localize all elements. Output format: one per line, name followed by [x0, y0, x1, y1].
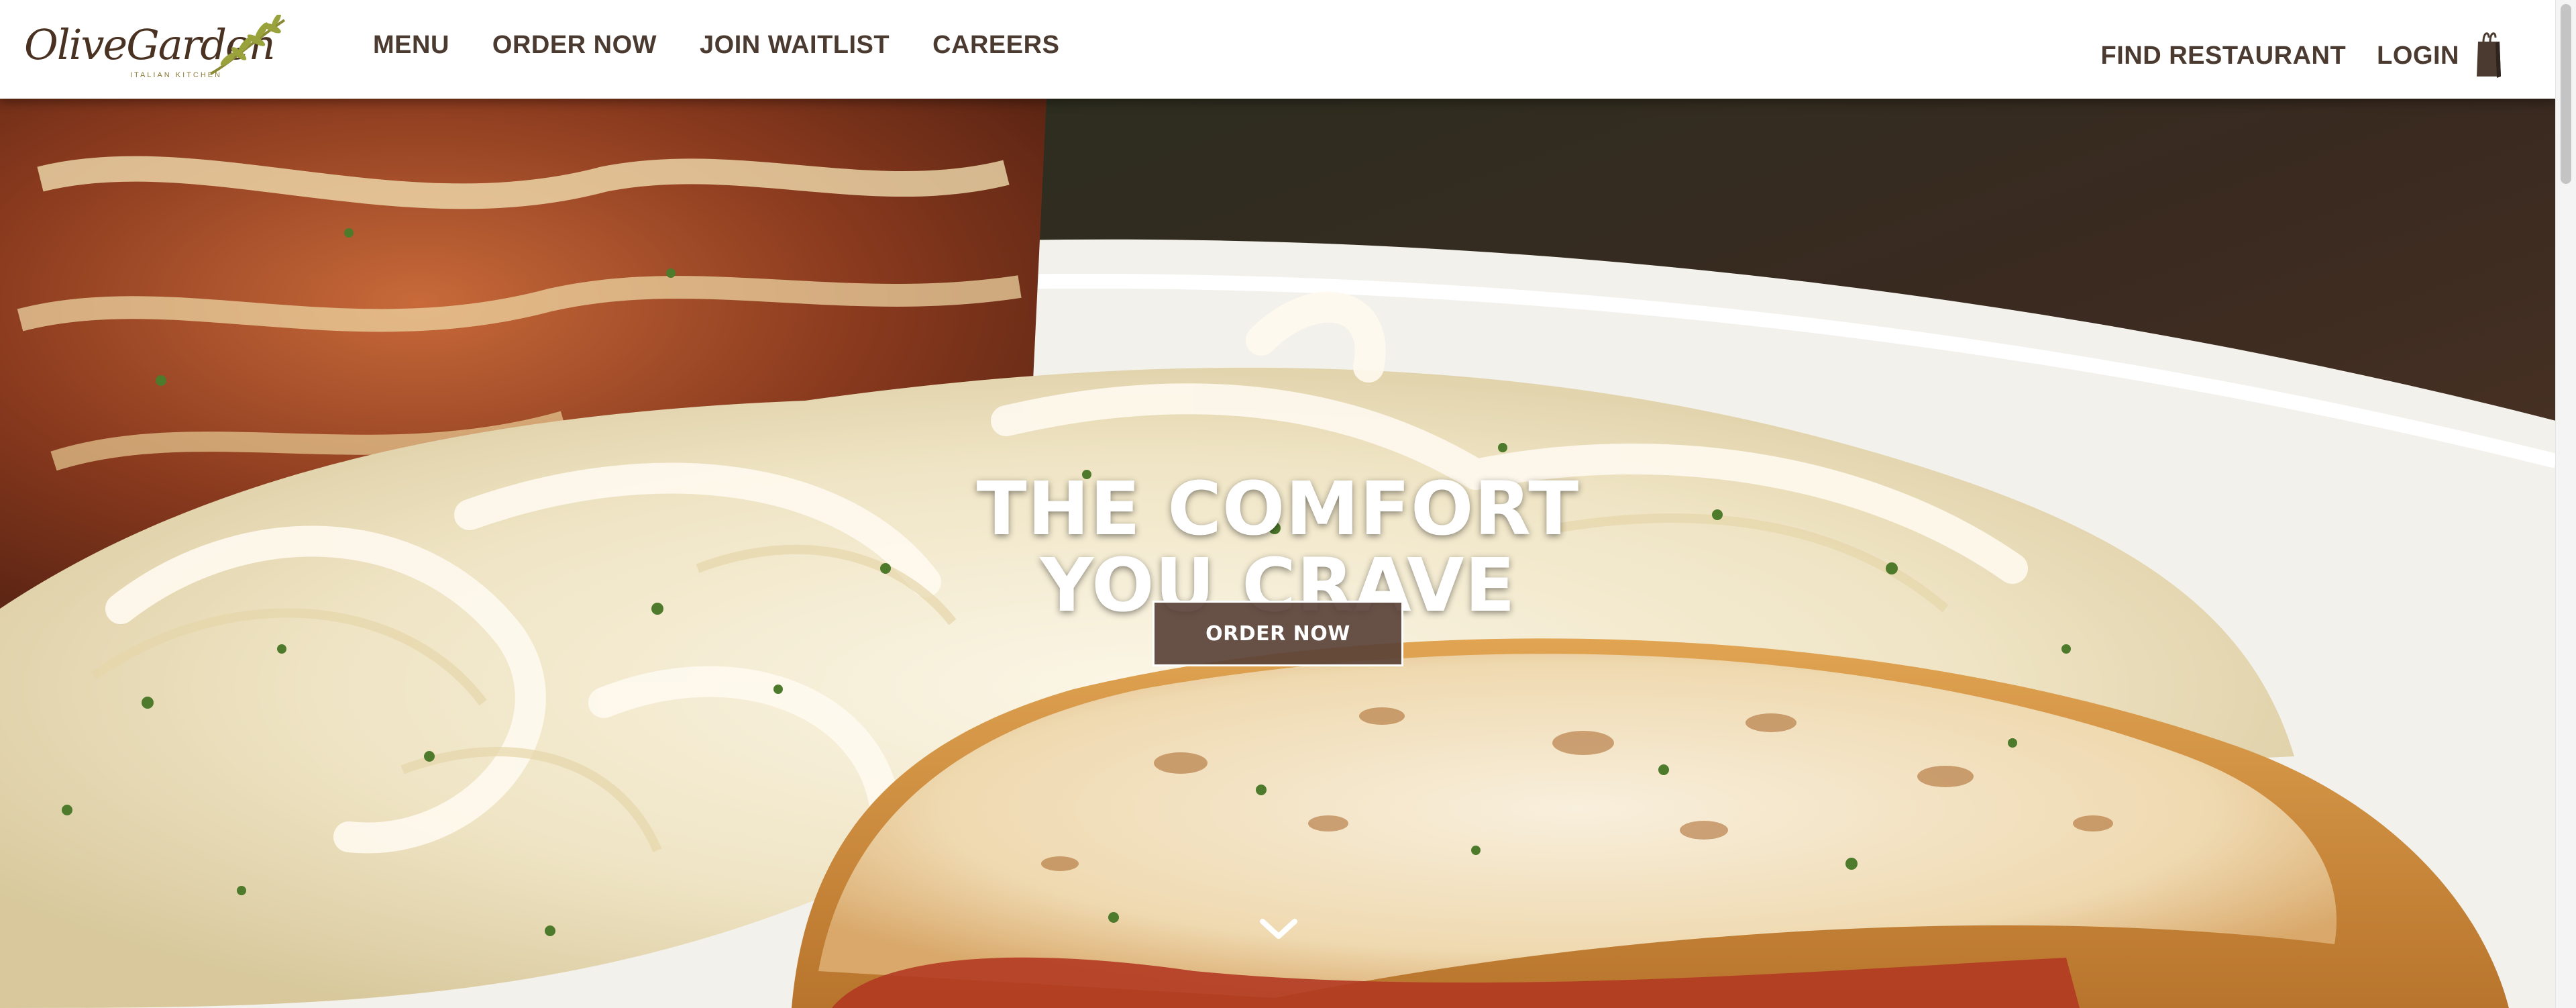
utility-nav: FIND RESTAURANT LOGIN [2101, 32, 2504, 79]
page: OliveGarden ITALIAN KITCHEN MENU ORDER N… [0, 0, 2576, 1008]
olive-garden-logo[interactable]: OliveGarden ITALIAN KITCHEN [24, 15, 286, 82]
find-restaurant-link[interactable]: FIND RESTAURANT [2101, 42, 2347, 70]
olive-branch-icon [210, 15, 286, 75]
nav-item-order-now[interactable]: ORDER NOW [492, 31, 657, 60]
main-nav: MENU ORDER NOW JOIN WAITLIST CAREERS [373, 31, 1059, 60]
nav-item-join-waitlist[interactable]: JOIN WAITLIST [700, 31, 890, 60]
login-link[interactable]: LOGIN [2377, 42, 2459, 70]
hero-title-line-1: THE COMFORT [976, 465, 1580, 552]
nav-item-menu[interactable]: MENU [373, 31, 449, 60]
order-now-button[interactable]: ORDER NOW [1152, 601, 1403, 666]
chevron-down-icon[interactable] [1258, 916, 1299, 943]
hero-banner: THE COMFORT YOU CRAVE ORDER NOW [0, 99, 2556, 1008]
page-scrollbar[interactable] [2555, 0, 2576, 1008]
nav-item-careers[interactable]: CAREERS [932, 31, 1059, 60]
shopping-bag-icon[interactable] [2474, 28, 2504, 79]
scrollbar-thumb[interactable] [2561, 4, 2571, 184]
site-header: OliveGarden ITALIAN KITCHEN MENU ORDER N… [0, 0, 2556, 99]
